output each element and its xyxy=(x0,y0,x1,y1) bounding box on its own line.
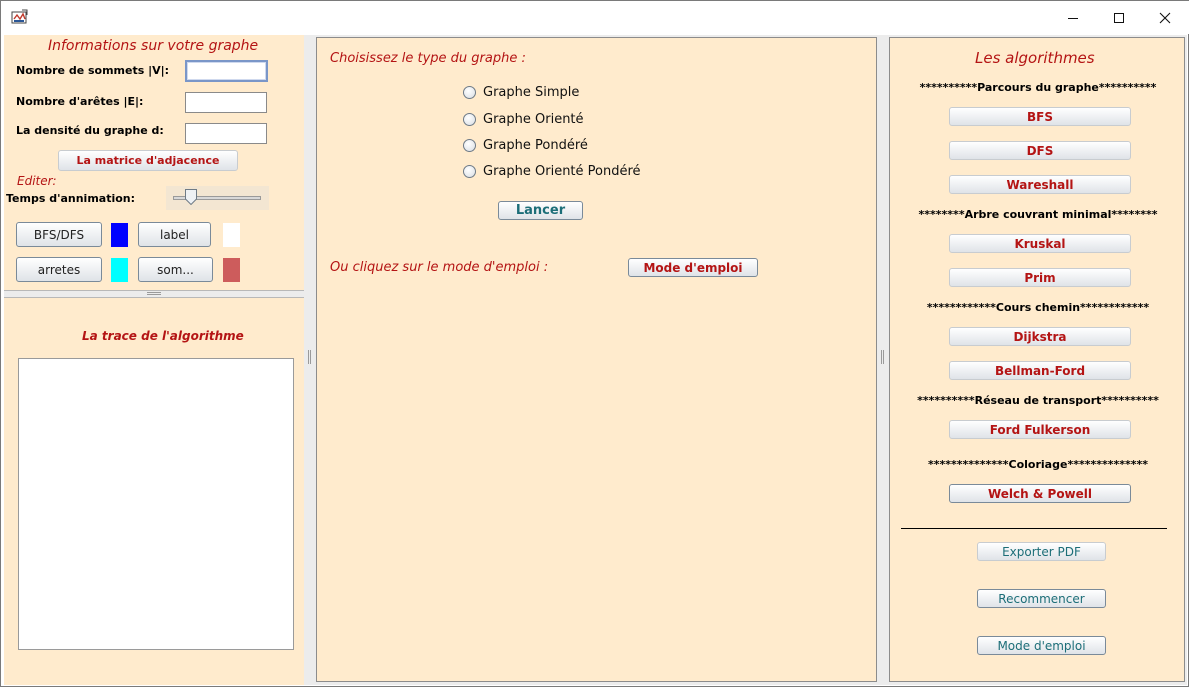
right-split-divider[interactable] xyxy=(877,35,889,685)
radio-graphe-oriente[interactable]: Graphe Orienté xyxy=(463,112,584,127)
center-help-button[interactable]: Mode d'emploi xyxy=(628,258,758,277)
horizontal-split-divider[interactable] xyxy=(4,290,304,298)
kruskal-button[interactable]: Kruskal xyxy=(949,234,1131,253)
algorithms-title: Les algorithmes xyxy=(975,49,1095,67)
vertex-count-label: Nombre de sommets |V|: xyxy=(16,64,170,77)
dfs-button[interactable]: DFS xyxy=(949,141,1131,160)
vertices-color-button[interactable]: som... xyxy=(138,257,213,282)
density-input[interactable] xyxy=(185,123,267,144)
radio-label: Graphe Orienté xyxy=(483,112,584,127)
radio-label: Graphe Orienté Pondéré xyxy=(483,164,641,179)
close-icon xyxy=(1159,12,1171,23)
restart-button[interactable]: Recommencer xyxy=(977,589,1106,608)
radio-icon[interactable] xyxy=(463,113,476,126)
ford-fulkerson-button[interactable]: Ford Fulkerson xyxy=(949,420,1131,439)
radio-graphe-simple[interactable]: Graphe Simple xyxy=(463,85,579,100)
divider-grip-icon xyxy=(147,292,161,295)
right-help-button[interactable]: Mode d'emploi xyxy=(977,636,1106,655)
editer-label: Editer: xyxy=(17,174,57,188)
divider-grip-icon xyxy=(881,350,884,364)
content-area: Informations sur votre graphe Nombre de … xyxy=(4,35,1187,685)
maximize-icon xyxy=(1114,12,1124,23)
export-pdf-button[interactable]: Exporter PDF xyxy=(977,542,1106,561)
dijkstra-button[interactable]: Dijkstra xyxy=(949,327,1131,346)
adjacency-matrix-button[interactable]: La matrice d'adjacence xyxy=(58,150,238,171)
bfs-dfs-color-button[interactable]: BFS/DFS xyxy=(16,222,102,247)
section-header-coloring: **************Coloriage************** xyxy=(928,458,1148,471)
edge-count-label: Nombre d'arêtes |E|: xyxy=(16,95,144,108)
close-button[interactable] xyxy=(1142,1,1188,34)
trace-text-area[interactable] xyxy=(18,358,294,650)
vertices-color-swatch xyxy=(223,258,240,282)
minimize-icon xyxy=(1068,17,1078,19)
minimize-button[interactable] xyxy=(1050,1,1096,34)
prim-button[interactable]: Prim xyxy=(949,268,1131,287)
section-header-traversal: **********Parcours du graphe********** xyxy=(919,81,1157,94)
bfs-dfs-color-swatch xyxy=(111,223,128,247)
title-bar[interactable] xyxy=(1,1,1189,34)
warshall-button[interactable]: Wareshall xyxy=(949,175,1131,194)
welch-powell-button[interactable]: Welch & Powell xyxy=(949,484,1131,503)
edges-color-button[interactable]: arretes xyxy=(16,257,102,282)
radio-graphe-pondere[interactable]: Graphe Pondéré xyxy=(463,138,588,153)
bellman-ford-button[interactable]: Bellman-Ford xyxy=(949,361,1131,380)
bfs-button[interactable]: BFS xyxy=(949,107,1131,126)
slider-thumb[interactable] xyxy=(185,189,197,209)
label-color-button[interactable]: label xyxy=(138,222,211,247)
edge-count-input[interactable] xyxy=(185,92,267,113)
divider-grip-icon xyxy=(308,350,311,364)
choose-graph-type-label: Choisissez le type du graphe : xyxy=(330,51,526,66)
java-app-icon xyxy=(11,9,29,25)
launch-button[interactable]: Lancer xyxy=(498,201,583,220)
radio-icon[interactable] xyxy=(463,165,476,178)
section-header-shortest-path: ************Cours chemin************ xyxy=(926,301,1150,314)
section-header-transport-network: **********Réseau de transport********** xyxy=(917,394,1159,407)
application-window: Informations sur votre graphe Nombre de … xyxy=(0,0,1189,687)
radio-label: Graphe Pondéré xyxy=(483,138,588,153)
maximize-button[interactable] xyxy=(1096,1,1142,34)
animation-slider[interactable] xyxy=(166,186,269,210)
edges-color-swatch xyxy=(111,258,128,282)
radio-label: Graphe Simple xyxy=(483,85,580,100)
radio-icon[interactable] xyxy=(463,139,476,152)
density-label: La densité du graphe d: xyxy=(16,124,164,137)
or-click-help-label: Ou cliquez sur le mode d'emploi : xyxy=(330,260,549,275)
trace-title: La trace de l'algorithme xyxy=(82,329,244,343)
radio-graphe-oriente-pondere[interactable]: Graphe Orienté Pondéré xyxy=(463,164,641,179)
left-split-divider[interactable] xyxy=(304,35,316,685)
vertex-count-input[interactable] xyxy=(185,60,268,82)
graph-info-panel: Informations sur votre graphe Nombre de … xyxy=(4,35,304,290)
animation-time-label: Temps d'annimation: xyxy=(6,192,136,205)
trace-panel: La trace de l'algorithme xyxy=(4,298,304,685)
label-color-swatch xyxy=(223,223,240,247)
algorithms-panel: Les algorithmes **********Parcours du gr… xyxy=(889,37,1185,682)
separator-line xyxy=(901,528,1167,529)
radio-icon[interactable] xyxy=(463,86,476,99)
graph-type-panel: Choisissez le type du graphe : Graphe Si… xyxy=(316,37,877,682)
graph-info-title: Informations sur votre graphe xyxy=(48,38,259,54)
section-header-spanning-tree: ********Arbre couvrant minimal******** xyxy=(918,208,1158,221)
